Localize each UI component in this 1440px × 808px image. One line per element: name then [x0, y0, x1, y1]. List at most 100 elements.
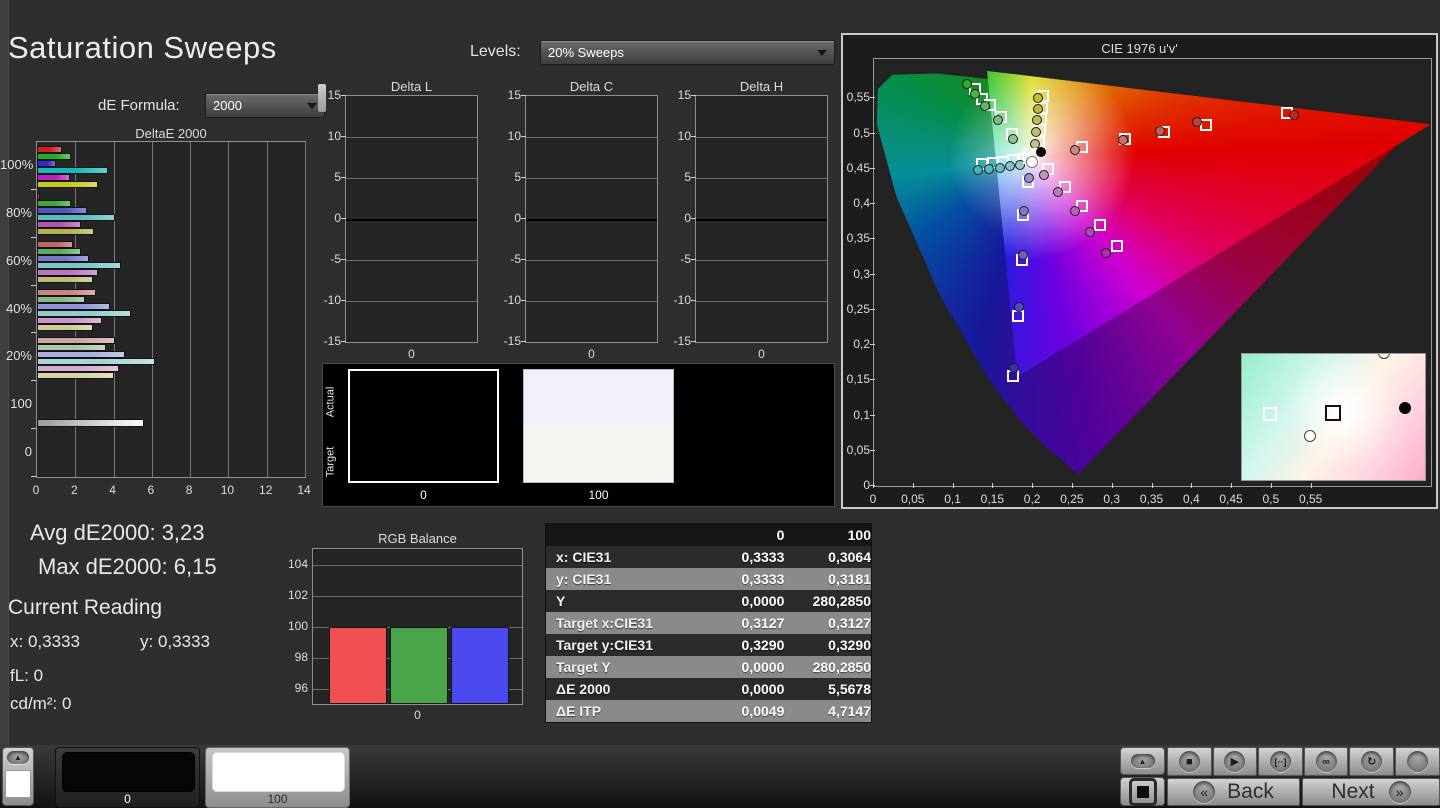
deltae-gridline	[267, 142, 268, 477]
cie-measured-blue-80%	[1014, 302, 1024, 312]
cie-measured-yellow-60%	[1032, 115, 1042, 125]
delta-y-tick: -5	[315, 252, 341, 266]
delta-y-tick: 10	[495, 129, 521, 143]
cie-x-tick: 0	[858, 492, 888, 506]
cie-x-tick: 0,5	[1256, 492, 1286, 506]
delta-gridline	[346, 137, 477, 138]
delta-y-dash	[691, 177, 696, 178]
delta-gridline	[696, 137, 827, 138]
inset-black-dot	[1399, 402, 1411, 414]
transport-drawer-handle[interactable]: ▲	[1120, 747, 1165, 775]
de-formula-dropdown[interactable]: 2000	[205, 93, 325, 118]
levels-dropdown[interactable]: 20% Sweeps	[540, 40, 835, 65]
deltae-group-label: 100	[0, 396, 32, 411]
transport-play-button[interactable]: ▶	[1213, 747, 1258, 776]
stop-measure-button[interactable]	[1120, 777, 1165, 806]
deltae-bar-cyan	[37, 214, 115, 221]
stop-icon	[1129, 778, 1157, 806]
cie-x-dash	[953, 483, 954, 488]
delta-y-tick: -10	[315, 293, 341, 307]
delta-y-dash	[691, 259, 696, 260]
pattern-drawer-handle[interactable]: ▲	[2, 747, 34, 806]
deltae-bar-red	[37, 146, 62, 153]
cie-y-tick: 0,3	[843, 267, 870, 281]
delta-y-dash	[691, 341, 696, 342]
deltae-group-label: 40%	[0, 301, 32, 316]
deltae-group-label: 20%	[0, 348, 32, 363]
delta-x-label: 0	[695, 347, 828, 361]
rgb-x-label: 0	[312, 708, 523, 722]
pattern-tile-label: 100	[206, 792, 349, 806]
reading-y: y: 0,3333	[140, 632, 210, 652]
cie-chart	[873, 58, 1432, 487]
deltae-y-tick	[31, 428, 36, 429]
delta-gridline	[346, 260, 477, 261]
delta-y-dash	[341, 300, 346, 301]
transport-blank-button[interactable]	[1395, 747, 1440, 776]
deltae-bar-yellow	[37, 228, 94, 235]
cie-x-dash	[913, 483, 914, 488]
table-row: y: CIE310,33330,3181	[546, 568, 871, 590]
delta-chart-delta-c	[525, 95, 658, 343]
inset-edge-circle	[1378, 353, 1390, 359]
pattern-swatch-100	[523, 369, 674, 483]
cie-y-dash	[870, 415, 875, 416]
max-de-stat: Max dE2000: 6,15	[38, 554, 217, 580]
cie-target-magenta-80%	[1094, 219, 1106, 231]
collapse-up-icon[interactable]: ▲	[7, 751, 29, 764]
cie-x-tick: 0,35	[1137, 492, 1167, 506]
delta-y-tick: -5	[665, 252, 691, 266]
cie-y-dash	[870, 238, 875, 239]
rgb-bar-green	[390, 627, 448, 705]
cie-y-tick: 0	[843, 478, 870, 492]
delta-y-dash	[341, 136, 346, 137]
transport-pattern-window-button[interactable]: [··]	[1258, 747, 1303, 776]
table-cell-0: 0,0000	[704, 659, 785, 675]
table-cell-0: 0,3333	[704, 571, 785, 587]
back-button[interactable]: « Back	[1167, 778, 1300, 806]
table-row-label: x: CIE31	[546, 549, 704, 565]
pattern-tile-label: 0	[56, 792, 199, 806]
deltae-bar-green	[37, 296, 85, 303]
chevron-down-icon	[307, 103, 317, 109]
transport-stop-button[interactable]: ■	[1167, 747, 1212, 776]
cie-1976-panel: CIE 1976 u'v' 0,550,50,450,40,350,30,250…	[841, 33, 1438, 509]
delta-y-dash	[341, 177, 346, 178]
delta-chart-title: Delta L	[345, 79, 478, 94]
delta-gridline	[346, 301, 477, 302]
delta-x-label: 0	[345, 347, 478, 361]
swatch-level-label: 0	[348, 488, 499, 502]
delta-gridline	[696, 178, 827, 179]
delta-gridline	[526, 301, 657, 302]
delta-y-tick: -15	[665, 334, 691, 348]
deltae-bar-blue	[37, 303, 110, 310]
table-cell-0: 0,3333	[704, 549, 785, 565]
current-pattern-swatch[interactable]	[5, 770, 31, 798]
bottom-toolbar: ▲ 0 100 ▲ ■▶[··]∞↻ « Back Next »	[0, 745, 1440, 808]
collapse-up-icon[interactable]: ▲	[1131, 754, 1155, 768]
rgb-y-tick: 100	[280, 619, 308, 633]
deltae-bar-red	[37, 241, 73, 248]
cie-x-dash	[1072, 483, 1073, 488]
current-reading-heading: Current Reading	[8, 596, 162, 620]
next-button[interactable]: Next »	[1302, 778, 1440, 806]
cie-y-tick: 0,5	[843, 126, 870, 140]
swatch-compare-panel: Actual Target 0100	[322, 363, 835, 507]
cie-y-dash	[870, 168, 875, 169]
transport-refresh-button[interactable]: ↻	[1349, 747, 1394, 776]
pattern-tile-0[interactable]: 0	[55, 747, 200, 808]
cie-x-tick: 0,05	[898, 492, 928, 506]
cie-y-tick: 0,4	[843, 196, 870, 210]
table-cell-100: 4,7147	[784, 703, 871, 719]
cie-measured-green-40%	[993, 115, 1003, 125]
rgb-bar-blue	[451, 627, 509, 705]
deltae-bar-cyan	[37, 167, 108, 174]
transport-continuous-button[interactable]: ∞	[1304, 747, 1349, 776]
delta-y-tick: 0	[495, 211, 521, 225]
delta-chart-delta-l	[345, 95, 478, 343]
deltae-bar-cyan	[37, 262, 121, 269]
cie-y-tick: 0,35	[843, 231, 870, 245]
rgb-balance-chart	[312, 548, 523, 705]
deltae-y-tick	[31, 285, 36, 286]
pattern-tile-100[interactable]: 100	[205, 747, 350, 808]
